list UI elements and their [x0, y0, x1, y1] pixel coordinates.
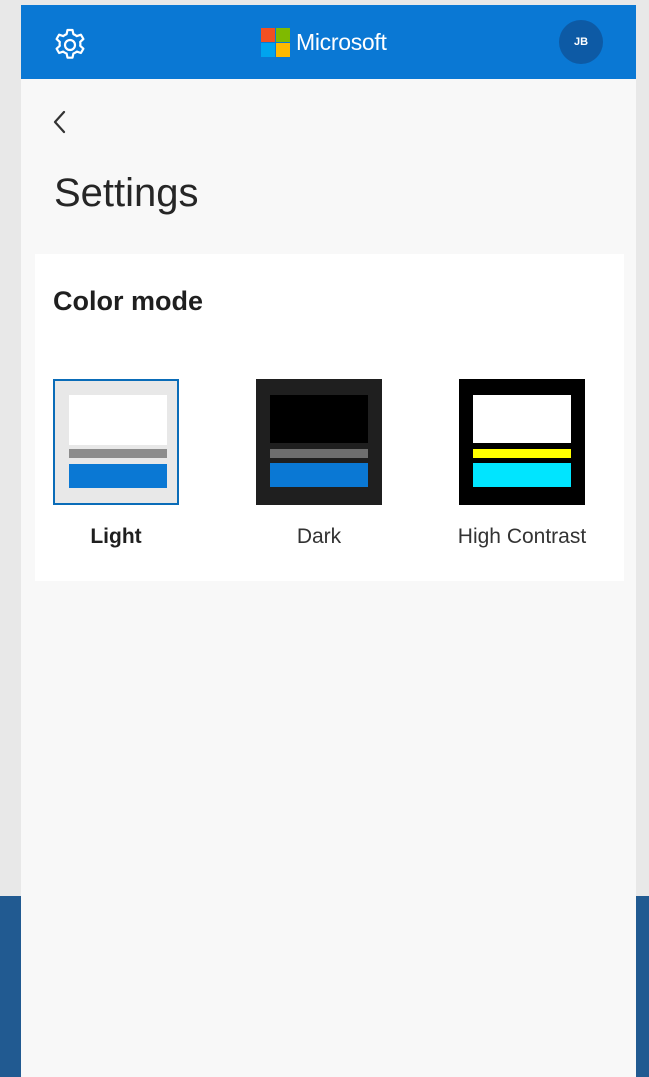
color-mode-option-label: Light — [90, 525, 142, 548]
color-mode-option-label: High Contrast — [457, 525, 587, 548]
microsoft-logo-icon — [261, 27, 290, 57]
chevron-left-icon[interactable] — [49, 105, 73, 139]
color-mode-option-label: Dark — [296, 525, 342, 548]
avatar[interactable]: JB — [559, 20, 603, 64]
page-title: Settings — [54, 171, 199, 215]
header-bar: Microsoft JB — [21, 5, 636, 79]
gear-icon[interactable] — [50, 25, 90, 65]
high-contrast-theme-preview — [459, 379, 585, 505]
color-mode-option-light[interactable]: Light — [53, 379, 179, 548]
color-mode-option-dark[interactable]: Dark — [256, 379, 382, 548]
color-mode-card: Color mode Light Dark High Contrast — [35, 254, 624, 581]
dark-theme-preview — [256, 379, 382, 505]
app-window: Microsoft JB Settings Color mode Light D… — [21, 5, 636, 1077]
light-theme-preview — [53, 379, 179, 505]
brand-name: Microsoft — [296, 28, 387, 55]
brand: Microsoft — [261, 26, 387, 58]
color-mode-option-high-contrast[interactable]: High Contrast — [458, 379, 586, 548]
color-mode-heading: Color mode — [53, 286, 204, 316]
